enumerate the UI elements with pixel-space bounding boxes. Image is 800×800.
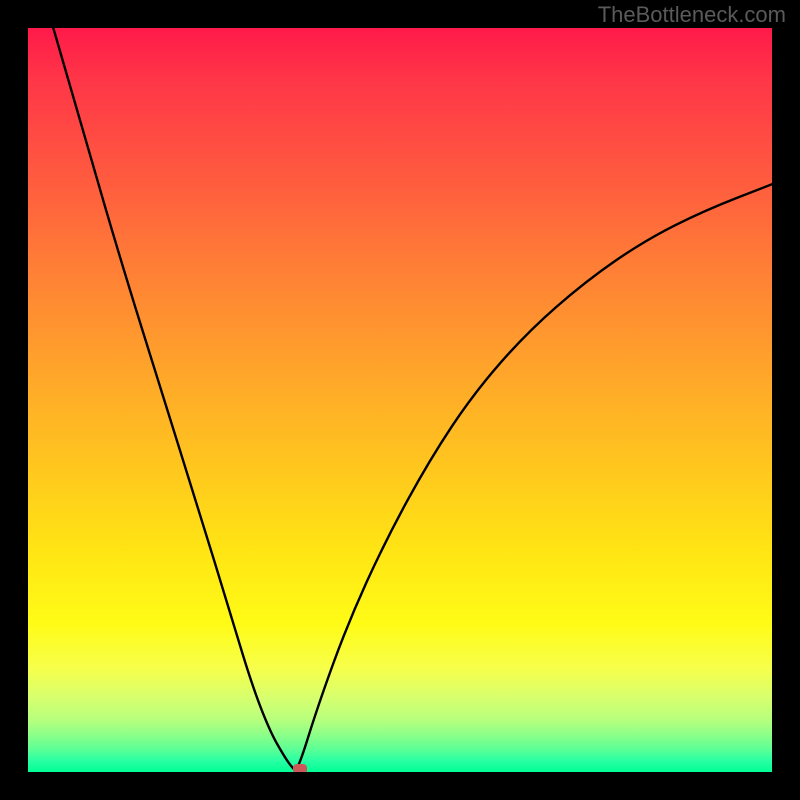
chart-frame: TheBottleneck.com <box>0 0 800 800</box>
bottleneck-curve <box>53 28 772 770</box>
watermark-label: TheBottleneck.com <box>598 2 786 28</box>
min-marker <box>293 764 307 772</box>
plot-area <box>28 28 772 772</box>
curve-svg <box>28 28 772 772</box>
